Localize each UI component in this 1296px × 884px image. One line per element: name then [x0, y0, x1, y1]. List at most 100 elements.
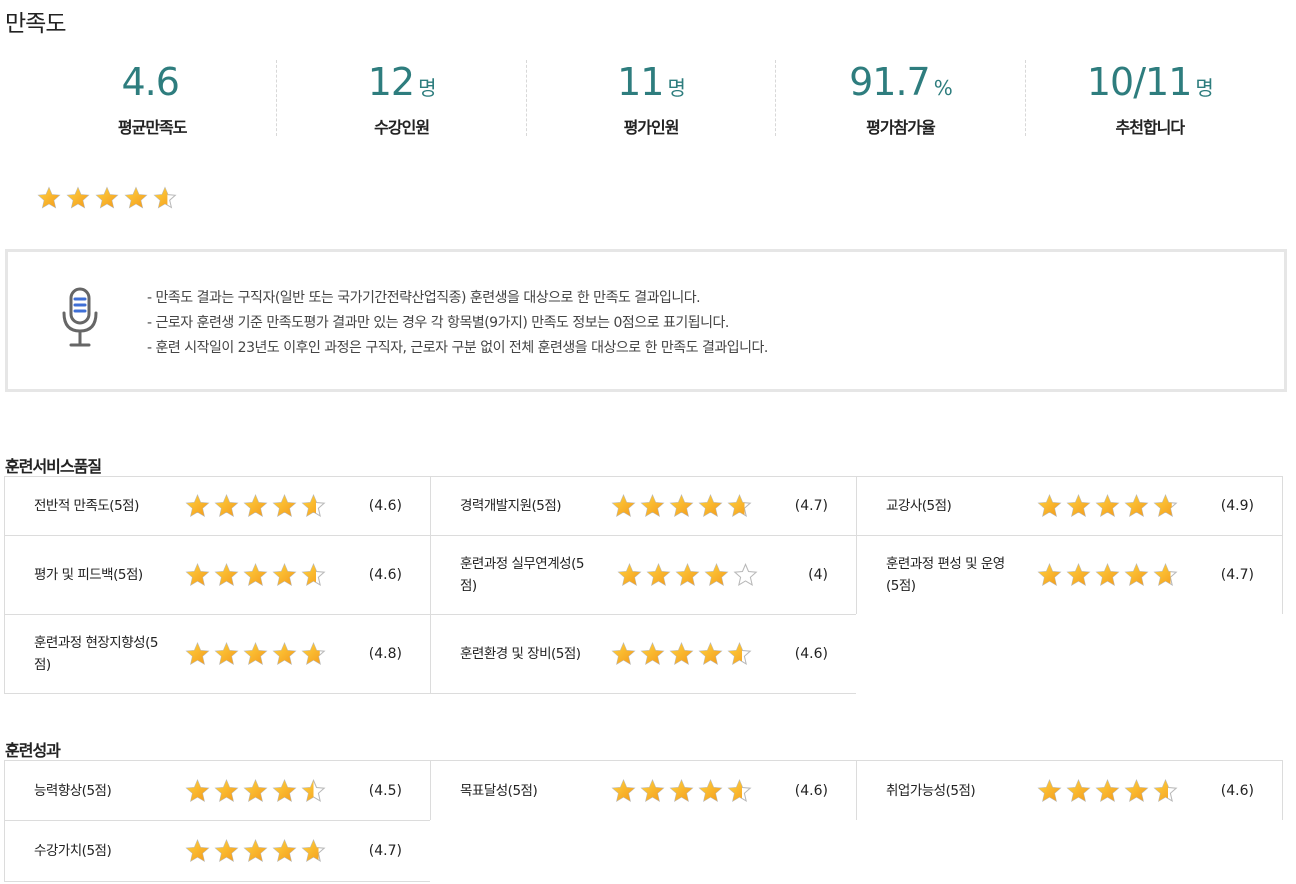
service-quality-grid: 전반적 만족도(5점) (4.6) 경력개발지원(5점) (4.7) 교강사(5…	[4, 476, 1287, 694]
star-icon	[185, 642, 210, 667]
rating-item-name: 훈련과정 현장지향성(5점)	[34, 635, 158, 673]
star-icon	[646, 563, 671, 588]
star-icon	[669, 494, 694, 519]
rating-score: (4.5)	[368, 782, 402, 799]
rating-score: (4.7)	[368, 843, 402, 859]
star-icon	[185, 778, 210, 803]
stat-label: 추천합니다	[1115, 118, 1186, 137]
star-icon	[1037, 494, 1062, 519]
rating-stars	[611, 778, 752, 803]
rating-item: 평가 및 피드백(5점) (4.6)	[4, 535, 431, 615]
rating-item-name: 전반적 만족도(5점)	[34, 498, 139, 514]
page-title: 만족도	[5, 11, 66, 37]
stat-recommend: 10/11 명 추천합니다	[1026, 60, 1274, 137]
stat-label: 수강인원	[374, 118, 430, 137]
star-icon	[1153, 494, 1178, 519]
star-icon	[1066, 778, 1091, 803]
star-icon	[272, 778, 297, 803]
rating-stars	[1037, 494, 1178, 519]
empty-cell	[430, 820, 857, 882]
stat-unit: 명	[667, 76, 685, 100]
stat-value: 91.7	[849, 60, 931, 104]
microphone-icon	[60, 287, 100, 349]
star-icon	[95, 186, 119, 210]
rating-item-name: 훈련과정 실무연계성(5점)	[460, 556, 584, 594]
star-icon	[301, 642, 326, 667]
stat-label: 평가인원	[623, 118, 680, 137]
rating-score: (4.8)	[368, 646, 402, 662]
star-icon	[214, 839, 239, 864]
rating-item-name: 목표달성(5점)	[460, 782, 538, 799]
star-icon	[669, 778, 694, 803]
star-icon	[272, 563, 297, 588]
stat-value: 4.6	[121, 60, 179, 104]
star-icon	[617, 563, 642, 588]
training-outcome-grid: 능력향상(5점) (4.5) 목표달성(5점) (4.6) 취업가능성(5점) …	[4, 760, 1287, 882]
rating-item-name: 교강사(5점)	[886, 498, 952, 514]
rating-item: 훈련과정 편성 및 운영(5점) (4.7)	[856, 535, 1283, 615]
rating-score: (4.6)	[368, 567, 402, 583]
star-icon	[1153, 563, 1178, 588]
star-icon	[1095, 563, 1120, 588]
rating-item: 훈련환경 및 장비(5점) (4.6)	[430, 614, 857, 694]
rating-item-name: 수강가치(5점)	[34, 843, 112, 859]
stats-summary: 4.6 평균만족도 12 명 수강인원 11 명 평가인원 91.7% 평가참가율 …	[28, 60, 1274, 137]
star-icon	[272, 642, 297, 667]
rating-score: (4.7)	[794, 498, 828, 514]
star-icon	[698, 778, 723, 803]
star-icon	[1037, 778, 1062, 803]
star-icon	[185, 494, 210, 519]
star-icon	[243, 778, 268, 803]
rating-stars	[1037, 563, 1178, 588]
star-icon	[214, 778, 239, 803]
notice-line: - 훈련 시작일이 23년도 이후인 과정은 구직자, 근로자 구분 없이 전체…	[147, 340, 768, 356]
rating-score: (4.9)	[1220, 498, 1254, 514]
rating-item-name: 능력향상(5점)	[34, 782, 112, 799]
star-icon	[640, 642, 665, 667]
star-icon	[243, 642, 268, 667]
star-icon	[1095, 778, 1120, 803]
rating-item: 능력향상(5점) (4.5)	[4, 760, 431, 821]
rating-item: 경력개발지원(5점) (4.7)	[430, 476, 857, 536]
star-icon	[301, 778, 326, 803]
rating-item-name: 훈련환경 및 장비(5점)	[460, 646, 581, 662]
star-icon	[301, 563, 326, 588]
stat-label: 평균만족도	[117, 118, 188, 137]
rating-item: 취업가능성(5점) (4.6)	[856, 760, 1283, 821]
star-icon	[698, 494, 723, 519]
star-icon	[1066, 563, 1091, 588]
star-icon	[669, 642, 694, 667]
star-icon	[727, 494, 752, 519]
rating-stars	[185, 563, 326, 588]
notice-line: - 근로자 훈련생 기준 만족도평가 결과만 있는 경우 각 항목별(9가지) …	[147, 315, 729, 331]
rating-stars	[611, 642, 752, 667]
rating-score: (4)	[808, 567, 828, 583]
star-icon	[640, 494, 665, 519]
star-icon	[675, 563, 700, 588]
rating-item-name: 취업가능성(5점)	[886, 782, 976, 799]
rating-stars	[185, 839, 326, 864]
star-icon	[214, 563, 239, 588]
star-icon	[704, 563, 729, 588]
notice-line: - 만족도 결과는 구직자(일반 또는 국가기간전략산업직종) 훈련생을 대상으…	[147, 290, 701, 306]
stat-value: 10/11	[1086, 60, 1193, 104]
rating-item: 목표달성(5점) (4.6)	[430, 760, 857, 821]
star-icon	[301, 839, 326, 864]
rating-score: (4.6)	[794, 782, 828, 799]
star-icon	[1124, 494, 1149, 519]
rating-score: (4.6)	[368, 498, 402, 514]
section-title-service-quality: 훈련서비스품질	[5, 457, 102, 476]
rating-item: 훈련과정 실무연계성(5점) (4)	[430, 535, 857, 615]
star-icon	[214, 494, 239, 519]
rating-item: 훈련과정 현장지향성(5점) (4.8)	[4, 614, 431, 694]
star-icon	[1095, 494, 1120, 519]
stat-label: 평가참가율	[866, 118, 936, 137]
star-icon	[153, 186, 177, 210]
rating-item: 수강가치(5점) (4.7)	[4, 820, 431, 882]
rating-stars	[1037, 778, 1178, 803]
stat-unit: 명	[1195, 76, 1213, 100]
rating-item-name: 경력개발지원(5점)	[460, 498, 562, 514]
empty-cell	[856, 820, 1283, 882]
star-icon	[301, 494, 326, 519]
stat-evaluators: 11 명 평가인원	[527, 60, 777, 137]
